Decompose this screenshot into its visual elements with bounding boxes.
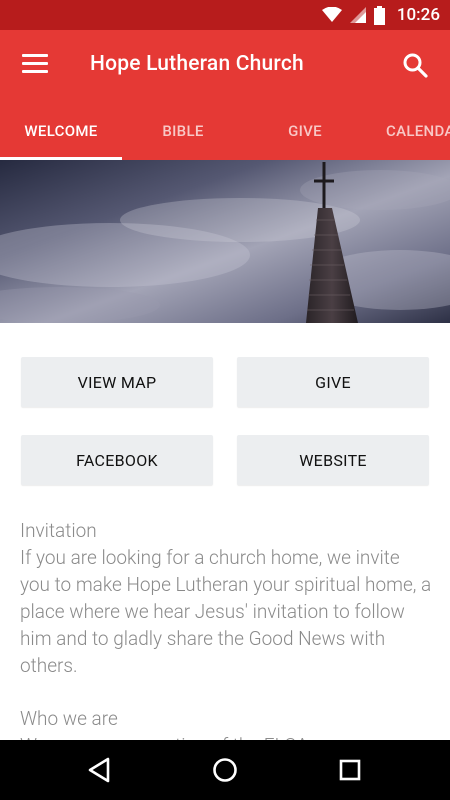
- facebook-button[interactable]: FACEBOOK: [21, 435, 213, 485]
- back-triangle-icon[interactable]: [84, 754, 116, 786]
- view-map-button[interactable]: VIEW MAP: [21, 357, 213, 407]
- signal-icon: [349, 7, 366, 23]
- status-bar: 10:26: [0, 0, 450, 30]
- tab-bar: WELCOME BIBLE GIVE CALENDA: [0, 102, 450, 160]
- hamburger-menu-icon[interactable]: [22, 54, 48, 76]
- app-bar: Hope Lutheran Church: [0, 30, 450, 102]
- church-steeple-image: [0, 160, 450, 323]
- button-row-1: VIEW MAP GIVE: [21, 357, 429, 407]
- tab-welcome[interactable]: WELCOME: [0, 102, 122, 160]
- system-navigation-bar: [0, 740, 450, 800]
- search-icon[interactable]: [402, 52, 428, 78]
- hero-image: [0, 160, 450, 323]
- tab-give[interactable]: GIVE: [244, 102, 366, 160]
- page-title: Hope Lutheran Church: [90, 52, 304, 76]
- recents-square-icon[interactable]: [334, 754, 366, 786]
- wifi-icon: [321, 7, 342, 22]
- invitation-heading: Invitation: [20, 519, 97, 542]
- home-circle-icon[interactable]: [209, 754, 241, 786]
- give-button[interactable]: GIVE: [237, 357, 429, 407]
- website-button[interactable]: WEBSITE: [237, 435, 429, 485]
- status-time: 10:26: [396, 5, 440, 25]
- tab-calendar[interactable]: CALENDA: [366, 102, 450, 160]
- tab-bible[interactable]: BIBLE: [122, 102, 244, 160]
- invitation-body: If you are looking for a church home, we…: [20, 546, 432, 677]
- button-row-2: FACEBOOK WEBSITE: [21, 435, 429, 485]
- battery-icon: [373, 5, 385, 25]
- who-we-are-heading: Who we are: [20, 707, 118, 730]
